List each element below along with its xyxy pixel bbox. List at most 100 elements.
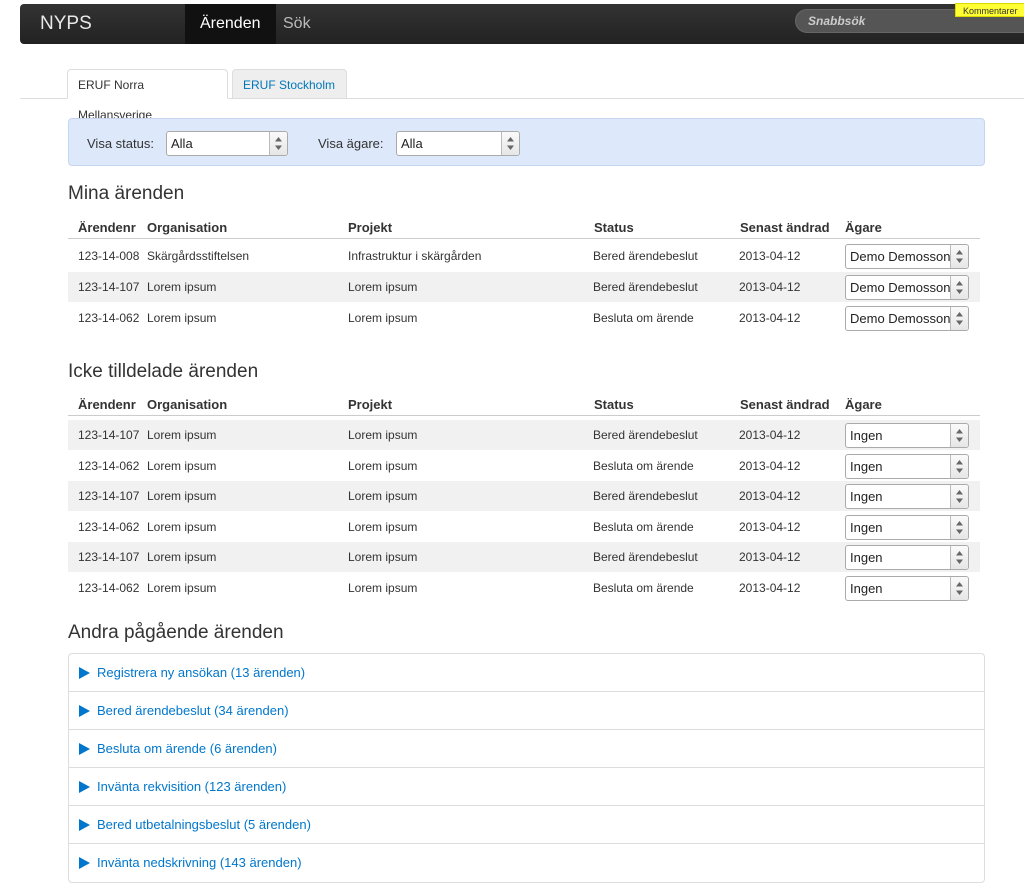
nav-item-arenden[interactable]: Ärenden <box>185 4 276 44</box>
expand-triangle-icon <box>79 781 90 796</box>
accordion-item-label: Bered ärendebeslut (34 ärenden) <box>97 703 289 718</box>
cell-nr: 123-14-008 <box>78 249 140 263</box>
owner-select-value: Ingen <box>850 581 883 596</box>
cell-project: Lorem ipsum <box>348 280 418 294</box>
cell-status: Besluta om ärende <box>593 311 694 325</box>
mine-section-title: Mina ärenden <box>68 183 185 204</box>
accordion-item-label: Invänta nedskrivning (143 ärenden) <box>97 855 302 870</box>
owner-select-value: Ingen <box>850 520 883 535</box>
cell-project: Lorem ipsum <box>348 311 418 325</box>
owner-select-value: Demo Demosson <box>850 311 951 326</box>
cell-org: Lorem ipsum <box>147 428 217 442</box>
cell-changed: 2013-04-12 <box>739 428 801 442</box>
owner-filter-label: Visa ägare: <box>318 136 384 151</box>
column-header: Status <box>594 397 634 412</box>
cell-org: Skärgårdsstiftelsen <box>147 249 250 263</box>
owner-select[interactable]: Demo Demosson <box>845 244 969 269</box>
owner-select[interactable]: Ingen <box>845 576 969 601</box>
accordion-item[interactable]: Besluta om ärende (6 ärenden) <box>69 730 984 768</box>
owner-filter-select[interactable]: Alla <box>396 131 520 156</box>
select-arrows-icon <box>950 307 968 330</box>
owner-select-value: Ingen <box>850 428 883 443</box>
cell-nr: 123-14-062 <box>78 311 140 325</box>
cell-nr: 123-14-107 <box>78 428 140 442</box>
owner-select[interactable]: Demo Demosson <box>845 306 969 331</box>
owner-select[interactable]: Ingen <box>845 515 969 540</box>
table-row: 123-14-062 Lorem ipsum Lorem ipsum Besluta … <box>68 451 980 481</box>
column-header: Status <box>594 220 634 235</box>
cell-project: Lorem ipsum <box>348 459 418 473</box>
cell-org: Lorem ipsum <box>147 550 217 564</box>
cell-changed: 2013-04-12 <box>739 550 801 564</box>
accordion-item-label: Besluta om ärende (6 ärenden) <box>97 741 277 756</box>
tab-eruf-norra-mellansverige[interactable]: ERUF Norra Mellansverige <box>67 69 228 122</box>
cell-status: Besluta om ärende <box>593 581 694 595</box>
select-arrows-icon <box>950 245 968 268</box>
table-row: 123-14-107 Lorem ipsum Lorem ipsum Bered är… <box>68 542 980 572</box>
cell-nr: 123-14-062 <box>78 520 140 534</box>
owner-select[interactable]: Ingen <box>845 484 969 509</box>
column-header: Organisation <box>147 220 228 235</box>
cell-project: Lorem ipsum <box>348 520 418 534</box>
expand-triangle-icon <box>79 667 90 682</box>
cell-changed: 2013-04-12 <box>739 249 801 263</box>
cell-org: Lorem ipsum <box>147 280 217 294</box>
comments-tab[interactable]: Kommentarer <box>955 3 1024 17</box>
column-header: Ärendenr <box>78 220 136 235</box>
nav-item-sok[interactable]: Sök <box>268 4 326 44</box>
owner-select-value: Demo Demosson <box>850 280 951 295</box>
select-arrows-icon <box>950 276 968 299</box>
cell-project: Infrastruktur i skärgården <box>348 249 482 263</box>
cell-org: Lorem ipsum <box>147 311 217 325</box>
cell-status: Bered ärendebeslut <box>593 489 698 503</box>
table-row: 123-14-062 Lorem ipsum Lorem ipsum Besluta … <box>68 303 980 333</box>
cell-changed: 2013-04-12 <box>739 280 801 294</box>
cell-status: Besluta om ärende <box>593 520 694 534</box>
table-row: 123-14-107 Lorem ipsum Lorem ipsum Bered är… <box>68 481 980 511</box>
cell-org: Lorem ipsum <box>147 581 217 595</box>
cell-changed: 2013-04-12 <box>739 489 801 503</box>
brand-logo[interactable]: NYPS <box>40 4 92 44</box>
accordion-item-label: Bered utbetalningsbeslut (5 ärenden) <box>97 817 311 832</box>
select-arrows-icon <box>950 455 968 478</box>
unassigned-section-title: Icke tilldelade ärenden <box>68 361 259 382</box>
cell-changed: 2013-04-12 <box>739 520 801 534</box>
owner-select[interactable]: Demo Demosson <box>845 275 969 300</box>
column-header: Projekt <box>348 397 393 412</box>
accordion-item[interactable]: Invänta nedskrivning (143 ärenden) <box>69 844 984 882</box>
cell-project: Lorem ipsum <box>348 489 418 503</box>
tab-eruf-stockholm[interactable]: ERUF Stockholm <box>232 69 347 99</box>
select-arrows-icon <box>950 424 968 447</box>
column-header: Ägare <box>845 220 882 235</box>
cell-project: Lorem ipsum <box>348 428 418 442</box>
cell-status: Besluta om ärende <box>593 459 694 473</box>
select-arrows-icon <box>269 132 287 155</box>
select-arrows-icon <box>950 546 968 569</box>
owner-select[interactable]: Ingen <box>845 545 969 570</box>
table-row: 123-14-062 Lorem ipsum Lorem ipsum Besluta … <box>68 512 980 542</box>
status-filter-select[interactable]: Alla <box>166 131 288 156</box>
accordion-item[interactable]: Invänta rekvisition (123 ärenden) <box>69 768 984 806</box>
expand-triangle-icon <box>79 743 90 758</box>
accordion-item[interactable]: Bered ärendebeslut (34 ärenden) <box>69 692 984 730</box>
owner-select-value: Ingen <box>850 489 883 504</box>
select-arrows-icon <box>950 516 968 539</box>
cell-org: Lorem ipsum <box>147 489 217 503</box>
cell-nr: 123-14-107 <box>78 489 140 503</box>
table-header-divider <box>68 238 980 239</box>
filter-panel: Visa status: Alla Visa ägare: Alla <box>68 118 985 166</box>
accordion-item[interactable]: Registrera ny ansökan (13 ärenden) <box>69 654 984 692</box>
cell-nr: 123-14-062 <box>78 581 140 595</box>
table-row: 123-14-107 Lorem ipsum Lorem ipsum Bered är… <box>68 420 980 450</box>
cell-nr: 123-14-107 <box>78 280 140 294</box>
accordion-item-label: Registrera ny ansökan (13 ärenden) <box>97 665 306 680</box>
cell-changed: 2013-04-12 <box>739 459 801 473</box>
cell-project: Lorem ipsum <box>348 550 418 564</box>
owner-select[interactable]: Ingen <box>845 454 969 479</box>
cell-changed: 2013-04-12 <box>739 311 801 325</box>
accordion-item[interactable]: Bered utbetalningsbeslut (5 ärenden) <box>69 806 984 844</box>
column-header: Senast ändrad <box>740 397 830 412</box>
table-header-divider <box>68 415 980 416</box>
cell-org: Lorem ipsum <box>147 520 217 534</box>
owner-select[interactable]: Ingen <box>845 423 969 448</box>
